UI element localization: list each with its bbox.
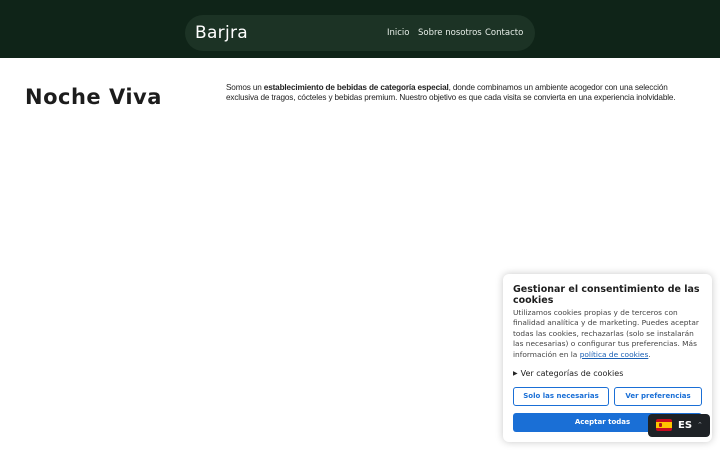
page-title: Noche Viva bbox=[25, 85, 162, 109]
cookie-dialog-title: Gestionar el consentimiento de las cooki… bbox=[513, 284, 700, 306]
reject-optional-button[interactable]: Solo las necesarias bbox=[513, 387, 609, 406]
nav-link-sobre-nosotros[interactable]: Sobre nosotros bbox=[418, 27, 482, 39]
cookie-body-end: . bbox=[648, 349, 651, 359]
preferences-button[interactable]: Ver preferencias bbox=[614, 387, 702, 406]
site-logo[interactable]: Barjra bbox=[195, 22, 248, 44]
nav-link-inicio[interactable]: Inicio bbox=[387, 27, 410, 39]
spain-flag-icon bbox=[656, 419, 672, 431]
nav-link-contacto[interactable]: Contacto bbox=[485, 27, 523, 39]
intro-text-bold: establecimiento de bebidas de categoría … bbox=[263, 83, 449, 92]
accept-all-label: Aceptar todas bbox=[574, 418, 631, 426]
cookie-dialog-body: Utilizamos cookies propias y de terceros… bbox=[513, 308, 705, 360]
intro-paragraph: Somos un establecimiento de bebidas de c… bbox=[226, 83, 696, 103]
cookie-categories-toggle[interactable]: ▶ Ver categorías de cookies bbox=[513, 368, 623, 379]
triangle-right-icon: ▶ bbox=[513, 370, 518, 377]
intro-text-start: Somos un bbox=[226, 83, 264, 92]
cookie-categories-label: Ver categorías de cookies bbox=[520, 369, 624, 378]
language-code: ES bbox=[678, 420, 693, 431]
language-switcher[interactable]: ES ⌃ bbox=[648, 414, 710, 437]
cookie-policy-link[interactable]: política de cookies bbox=[580, 350, 649, 359]
chevron-up-icon: ⌃ bbox=[697, 421, 703, 429]
